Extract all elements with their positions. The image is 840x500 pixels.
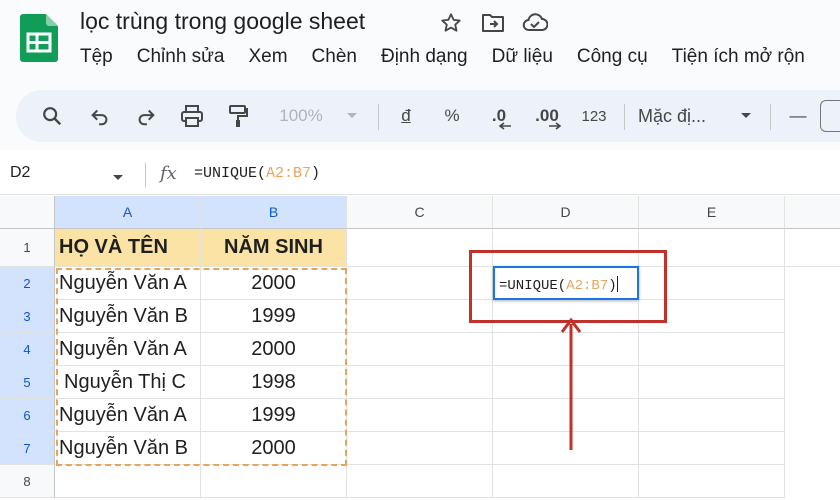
cell-a5[interactable]: Nguyễn Thị C <box>55 366 201 399</box>
column-header-c[interactable]: C <box>347 196 493 229</box>
currency-label: đ <box>401 106 411 125</box>
row-header-6[interactable]: 6 <box>0 399 55 432</box>
cell-c7[interactable] <box>347 432 493 465</box>
cell-c5[interactable] <box>347 366 493 399</box>
cell-a7[interactable]: Nguyễn Văn B <box>55 432 201 465</box>
row-header-2[interactable]: 2 <box>0 267 55 300</box>
cell-e7[interactable] <box>639 432 785 465</box>
cell-c6[interactable] <box>347 399 493 432</box>
cell-column-f[interactable] <box>785 267 840 498</box>
print-icon[interactable] <box>176 90 208 142</box>
font-family-select[interactable]: Mặc đị... <box>638 90 726 142</box>
fx-icon: fx <box>160 163 177 184</box>
font-family-value: Mặc đị... <box>638 105 707 126</box>
star-icon[interactable] <box>438 10 464 36</box>
row-header-5[interactable]: 5 <box>0 366 55 399</box>
number-format-label: 123 <box>581 107 607 125</box>
cell-c8[interactable] <box>347 465 493 498</box>
row-header-4[interactable]: 4 <box>0 333 55 366</box>
row-header-8[interactable]: 8 <box>0 465 55 498</box>
chevron-down-icon[interactable] <box>734 90 758 142</box>
cell-b6[interactable]: 1999 <box>201 399 347 432</box>
column-header-d[interactable]: D <box>493 196 639 229</box>
column-header-a[interactable]: A <box>55 196 201 229</box>
row-header-3[interactable]: 3 <box>0 300 55 333</box>
zoom-value: 100% <box>279 106 323 125</box>
decrease-decimal-button[interactable]: .0 <box>482 90 516 142</box>
paint-format-icon[interactable] <box>222 90 254 142</box>
title-bar: lọc trùng trong google sheet Tệp Chỉnh s… <box>0 0 840 82</box>
cell-b4[interactable]: 2000 <box>201 333 347 366</box>
cell-e6[interactable] <box>639 399 785 432</box>
formula-bar: D2 fx =UNIQUE(A2:B7) <box>0 155 840 195</box>
cell-b8[interactable] <box>201 465 347 498</box>
row-header-1[interactable]: 1 <box>0 229 55 267</box>
cell-a4[interactable]: Nguyễn Văn A <box>55 333 201 366</box>
menu-data[interactable]: Dữ liệu <box>492 46 553 68</box>
formula-suffix: ) <box>311 165 321 182</box>
cell-f1[interactable] <box>785 229 840 267</box>
menu-edit[interactable]: Chỉnh sửa <box>137 46 225 68</box>
toolbar-area: 100% đ % .0 .00 123 Mặc đị... — <box>0 82 840 150</box>
chevron-down-icon[interactable] <box>340 90 364 142</box>
column-header-e[interactable]: E <box>639 196 785 229</box>
cell-c4[interactable] <box>347 333 493 366</box>
minus-label: — <box>789 106 807 125</box>
column-header-b[interactable]: B <box>201 196 347 229</box>
format-currency-button[interactable]: đ <box>392 90 420 142</box>
cell-a6[interactable]: Nguyễn Văn A <box>55 399 201 432</box>
menu-tools[interactable]: Công cụ <box>577 46 648 68</box>
toolbar-divider <box>378 104 379 130</box>
cell-b2[interactable]: 2000 <box>201 267 347 300</box>
format-percent-button[interactable]: % <box>438 90 466 142</box>
cell-b7[interactable]: 2000 <box>201 432 347 465</box>
cell-d8[interactable] <box>493 465 639 498</box>
name-box[interactable]: D2 <box>10 164 30 182</box>
toolbar: 100% đ % .0 .00 123 Mặc đị... — <box>16 90 840 142</box>
cloud-saved-icon[interactable] <box>522 10 548 36</box>
cell-b3[interactable]: 1999 <box>201 300 347 333</box>
toolbar-divider <box>624 104 625 130</box>
sheets-logo-icon[interactable] <box>20 14 58 62</box>
formula-range: A2:B7 <box>266 165 312 182</box>
menu-format[interactable]: Định dạng <box>381 46 468 68</box>
cell-a3[interactable]: Nguyễn Văn B <box>55 300 201 333</box>
cell-a8[interactable] <box>55 465 201 498</box>
select-all-corner[interactable] <box>0 196 55 229</box>
toolbar-divider <box>770 104 771 130</box>
cell-b1[interactable]: NĂM SINH <box>201 229 347 267</box>
cell-e5[interactable] <box>639 366 785 399</box>
search-icon[interactable] <box>36 90 68 142</box>
move-folder-icon[interactable] <box>480 10 506 36</box>
annotation-arrow-icon <box>560 317 582 457</box>
menu-extensions[interactable]: Tiện ích mở rộn <box>672 46 805 68</box>
spreadsheet-grid: A B C D E 1 2 3 4 5 6 7 8 HỌ VÀ TÊN NĂM … <box>0 196 840 500</box>
menu-bar: Tệp Chỉnh sửa Xem Chèn Định dạng Dữ liệu… <box>80 46 829 68</box>
menu-file[interactable]: Tệp <box>80 46 113 68</box>
row-header-7[interactable]: 7 <box>0 432 55 465</box>
annotation-highlight-box <box>469 250 667 323</box>
formula-divider <box>145 163 146 187</box>
cell-e4[interactable] <box>639 333 785 366</box>
formula-prefix: =UNIQUE( <box>194 165 267 182</box>
percent-label: % <box>444 106 460 125</box>
cell-a1[interactable]: HỌ VÀ TÊN <box>55 229 201 267</box>
increase-decimal-button[interactable]: .00 <box>528 90 566 142</box>
redo-icon[interactable] <box>130 90 162 142</box>
zoom-select[interactable]: 100% <box>266 90 336 142</box>
cell-a2[interactable]: Nguyễn Văn A <box>55 267 201 300</box>
chevron-down-icon[interactable] <box>112 169 124 187</box>
font-size-input[interactable] <box>820 90 840 142</box>
more-formats-button[interactable]: 123 <box>576 90 612 142</box>
undo-icon[interactable] <box>84 90 116 142</box>
menu-view[interactable]: Xem <box>248 46 287 68</box>
column-header-f[interactable] <box>785 196 840 229</box>
formula-input[interactable]: =UNIQUE(A2:B7) <box>194 165 320 182</box>
decrease-font-size-button[interactable]: — <box>784 90 812 142</box>
menu-insert[interactable]: Chèn <box>312 46 357 68</box>
cell-e8[interactable] <box>639 465 785 498</box>
document-title[interactable]: lọc trùng trong google sheet <box>80 8 365 35</box>
cell-b5[interactable]: 1998 <box>201 366 347 399</box>
